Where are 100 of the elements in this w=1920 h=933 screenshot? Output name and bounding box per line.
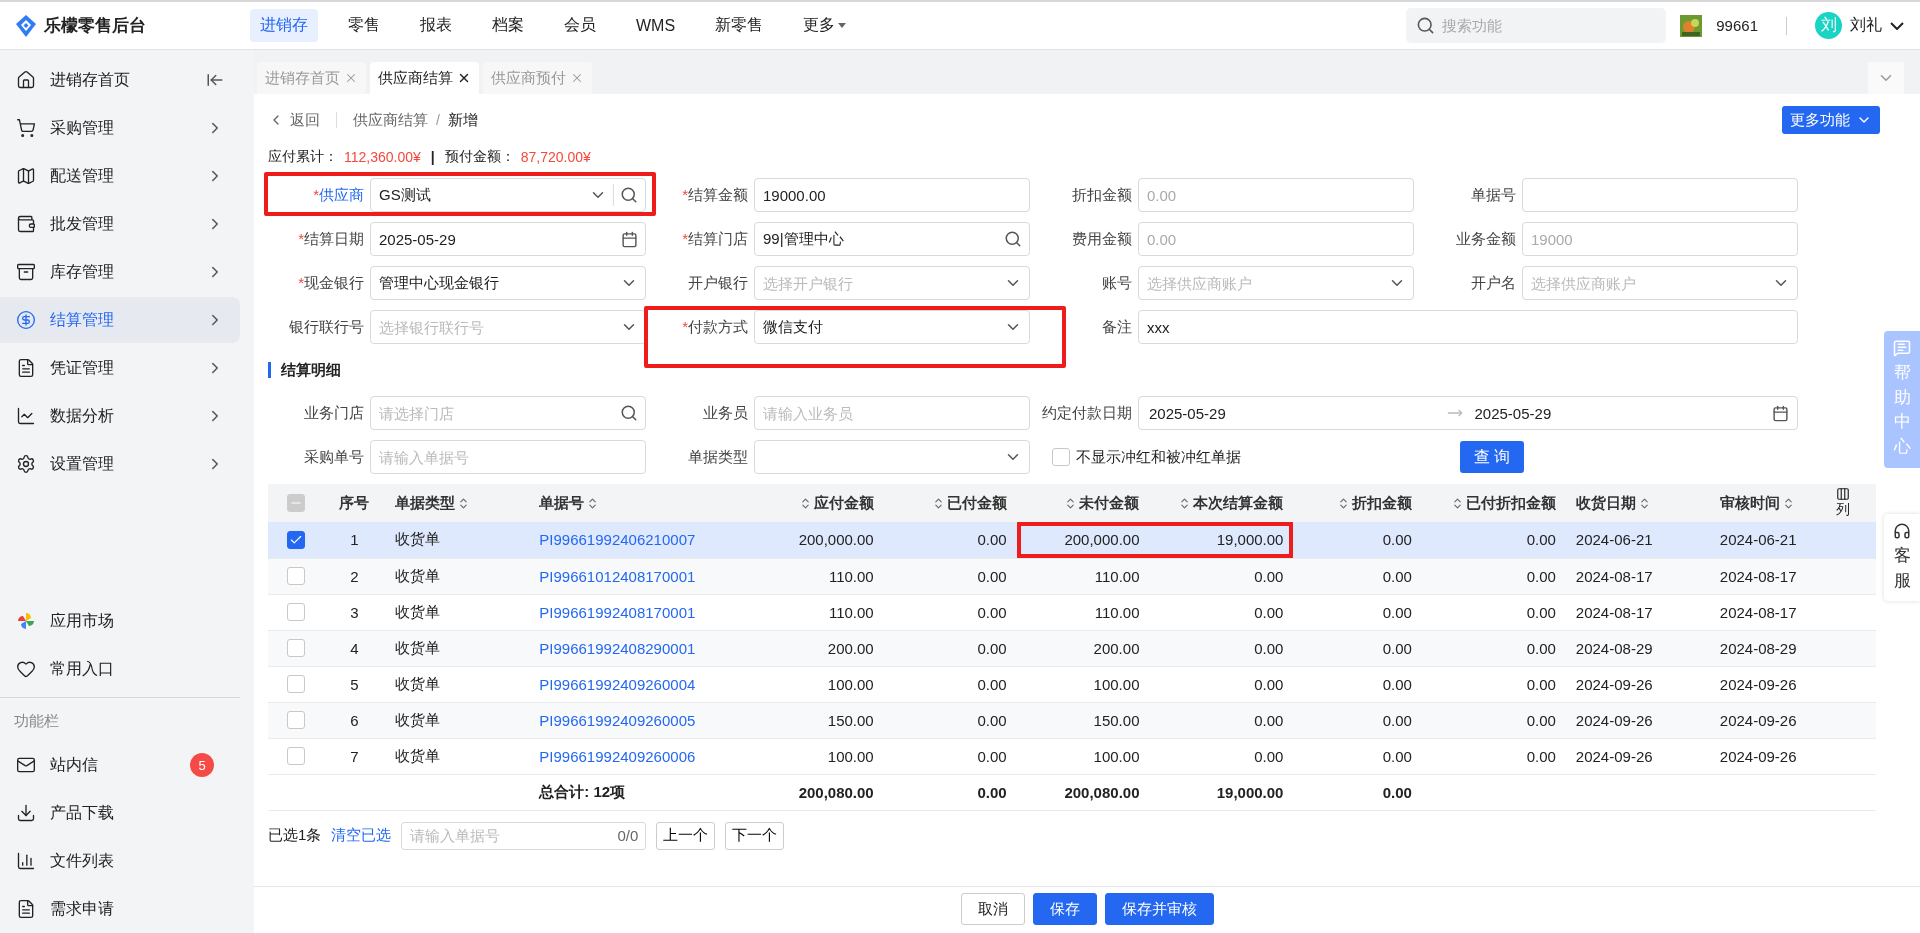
sidebar-item[interactable]: 站内信 5 [0, 742, 240, 788]
selected-count: 已选1条 [268, 826, 322, 845]
search-field[interactable]: 99|管理中心 [754, 222, 1030, 256]
clear-selection-link[interactable]: 清空已选 [331, 826, 392, 845]
bar-chart-icon [16, 851, 36, 871]
select-field[interactable]: 管理中心现金银行 [370, 266, 646, 300]
nav-tab[interactable]: 新零售 [705, 9, 774, 42]
table-cell: 7 [323, 738, 386, 774]
document-link[interactable]: PI99661992408290001 [539, 639, 696, 657]
document-link[interactable]: PI99661992408170001 [539, 603, 696, 621]
row-checkbox[interactable] [286, 567, 305, 585]
table-cell: 0.00 [1293, 666, 1422, 702]
next-button[interactable]: 下一个 [725, 821, 785, 850]
field-label-link[interactable]: 供应商 [319, 185, 364, 205]
table-cell: 5 [323, 666, 386, 702]
nav-tab[interactable]: 会员 [554, 9, 606, 42]
search-icon [1004, 230, 1022, 248]
nav-tab[interactable]: 档案 [482, 9, 534, 42]
document-link[interactable]: PI99661012408170001 [539, 567, 696, 585]
date-field[interactable]: 2025-05-29 [370, 222, 646, 256]
sidebar-item[interactable]: 设置管理 [0, 441, 240, 487]
select-field[interactable]: 选择供应商账户 [1138, 266, 1414, 300]
select-all-checkbox[interactable] [286, 494, 305, 512]
document-link[interactable]: PI99661992409260005 [539, 711, 696, 729]
search-field[interactable]: 请选择门店 [370, 396, 646, 430]
table-cell: 2024-08-29 [1565, 630, 1710, 666]
field-label: 账号 [1102, 273, 1132, 293]
sidebar-item[interactable]: 库存管理 [0, 249, 240, 295]
table-cell: 0.00 [1421, 702, 1566, 738]
input-field[interactable]: 请输入单据号 [370, 440, 646, 474]
back-link[interactable]: 返回 [268, 110, 320, 130]
table-cell: 0.00 [1421, 630, 1566, 666]
sidebar-item[interactable]: 文件列表 [0, 838, 240, 884]
input-field[interactable]: 19000.00 [754, 178, 1030, 212]
user-menu[interactable]: 刘 刘礼 [1815, 12, 1904, 39]
match-count: 0/0 [617, 826, 639, 844]
select-field[interactable]: 选择开户银行 [754, 266, 1030, 300]
select-field[interactable]: 选择银行联行号 [370, 310, 646, 344]
total-cell: 0.00 [1293, 774, 1422, 810]
field-label: 现金银行 [304, 273, 364, 293]
sidebar-item[interactable]: 凭证管理 [0, 345, 240, 391]
table-cell: 110.00 [750, 558, 884, 594]
customer-service-tab[interactable]: 客服 [1884, 514, 1920, 602]
sidebar-item[interactable]: 采购管理 [0, 105, 240, 151]
more-functions-button[interactable]: 更多功能 [1782, 106, 1880, 134]
input-field[interactable]: 请输入业务员 [754, 396, 1030, 430]
checkbox[interactable] [1052, 448, 1070, 466]
document-link[interactable]: PI99661992409260004 [539, 675, 696, 693]
nav-tab[interactable]: 更多 [793, 9, 858, 42]
sidebar-item[interactable]: 批发管理 [0, 201, 240, 247]
primary-button[interactable]: 保存 [1032, 893, 1097, 925]
row-checkbox[interactable] [286, 675, 305, 693]
document-link[interactable]: PI99661992406210007 [539, 531, 696, 549]
select-field[interactable]: 选择供应商账户 [1522, 266, 1798, 300]
nav-tab[interactable]: WMS [626, 10, 686, 41]
page-tab[interactable]: 供应商结算 [370, 62, 479, 94]
date-range-field[interactable]: 2025-05-29 2025-05-29 [1138, 396, 1798, 430]
nav-tab[interactable]: 进销存 [250, 9, 318, 42]
collapse-icon[interactable] [206, 71, 224, 89]
document-icon [16, 358, 36, 378]
select-field[interactable] [754, 440, 1030, 474]
sidebar-item[interactable]: 结算管理 [0, 297, 240, 343]
table-cell: 200.00 [1016, 630, 1150, 666]
previous-button[interactable]: 上一个 [656, 821, 716, 850]
nav-tab[interactable]: 报表 [410, 9, 462, 42]
sidebar-item[interactable]: 产品下载 [0, 790, 240, 836]
select-field[interactable]: GS测试 [370, 178, 646, 212]
field-label: 开户银行 [688, 273, 748, 293]
breadcrumb-item[interactable]: 供应商结算 [353, 110, 428, 130]
primary-button[interactable]: 保存并审核 [1104, 893, 1214, 925]
input-field[interactable]: xxx [1138, 310, 1798, 344]
input-field[interactable] [1522, 178, 1798, 212]
row-checkbox[interactable] [286, 603, 305, 621]
query-button[interactable]: 查 询 [1460, 441, 1525, 473]
row-checkbox[interactable] [286, 639, 305, 657]
close-icon[interactable] [457, 71, 471, 85]
nav-tab[interactable]: 零售 [338, 9, 390, 42]
end-date-field[interactable]: 2025-05-29 [1472, 403, 1762, 423]
sidebar-item[interactable]: 应用市场 [0, 598, 240, 644]
document-link[interactable]: PI99661992409260006 [539, 747, 696, 765]
cancel-button[interactable]: 取消 [960, 893, 1025, 925]
sidebar-item[interactable]: 数据分析 [0, 393, 240, 439]
table-cell: 4 [323, 630, 386, 666]
column-header: 序号 [339, 493, 370, 513]
table-cell: 6 [323, 702, 386, 738]
select-field[interactable]: 微信支付 [754, 310, 1030, 344]
search-field[interactable]: 搜索功能 [1406, 8, 1667, 43]
sidebar-label: 凭证管理 [50, 357, 115, 378]
sidebar-item[interactable]: 进销存首页 [0, 57, 240, 103]
chat-icon [1893, 339, 1911, 357]
search-icon[interactable] [620, 186, 638, 204]
sidebar-item[interactable]: 需求申请 [0, 886, 240, 932]
section-title: 结算明细 [281, 360, 341, 380]
table-cell: 0.00 [883, 738, 1017, 774]
row-checkbox[interactable] [286, 530, 305, 549]
row-checkbox[interactable] [286, 747, 305, 765]
start-date-field[interactable]: 2025-05-29 [1147, 403, 1437, 423]
row-checkbox[interactable] [286, 711, 305, 729]
sidebar-item[interactable]: 常用入口 [0, 646, 240, 692]
sidebar-item[interactable]: 配送管理 [0, 153, 240, 199]
